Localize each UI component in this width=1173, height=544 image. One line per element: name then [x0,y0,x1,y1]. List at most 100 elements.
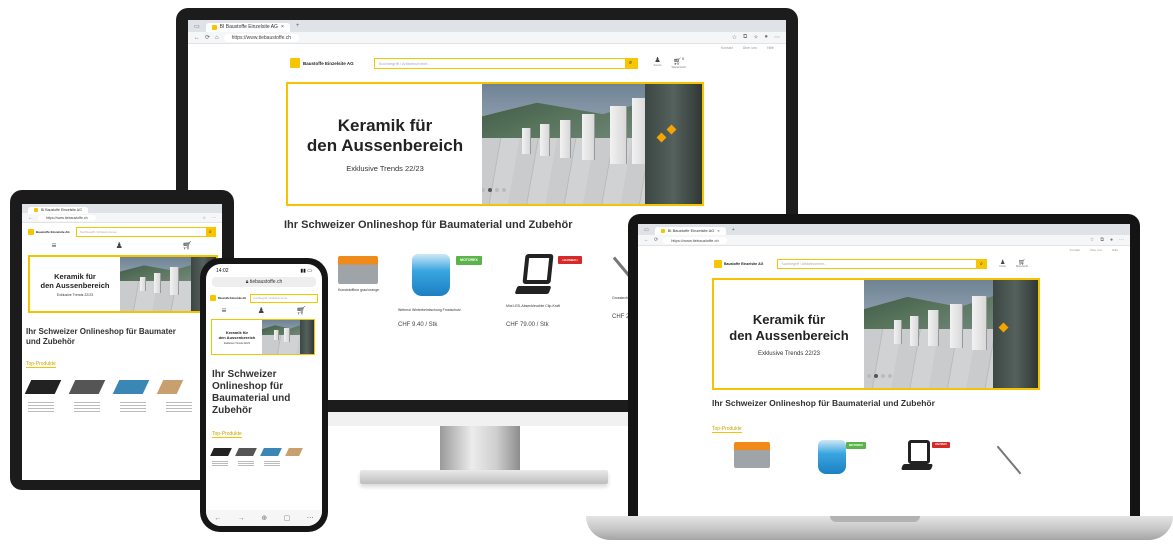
logo-icon[interactable] [210,295,216,301]
star-icon[interactable]: ☆ [732,34,737,41]
extensions-icon[interactable]: ✧ [753,34,758,41]
window-menu-icon[interactable]: ▭ [644,227,649,233]
search-input[interactable]: Suchbegriff / Artikelnummer... [77,230,119,234]
top-link-about[interactable]: Über uns [743,46,757,52]
search-input[interactable]: Suchbegriff / Artikelnummer... [251,296,289,300]
back-icon[interactable]: ← [28,215,33,221]
star-icon[interactable]: ☆ [1090,237,1094,243]
back-icon[interactable]: ← [644,237,649,243]
search-bar[interactable]: Suchbegriff / Artikelnummer... [250,293,318,303]
back-icon[interactable]: ← [194,35,200,41]
top-link-contact[interactable]: Kontakt [1070,248,1080,254]
logo-text[interactable]: Baustoffe Einzelsite AG [303,61,354,66]
user-icon[interactable]: ♟ [116,241,123,255]
search-bar[interactable]: Suchbegriff / Artikelnummer... ⌕ [75,227,216,237]
product-card[interactable]: MOTOREX Webrnol Winterbeimischung Frosts… [398,254,488,328]
logo-text[interactable]: Baustoffe Einzelsite AG [36,230,70,234]
product-thumb[interactable] [24,380,62,394]
more-icon[interactable]: ⋯ [212,215,216,220]
cart-button[interactable]: 🛒︎0 Warenkorb [671,57,686,68]
logo-icon[interactable] [28,229,34,235]
user-icon[interactable]: ♟ [258,306,265,319]
product-card[interactable]: HAUSBAU Mini LED-Absenkleuchte Clip-Kraf… [506,254,596,328]
product-thumb[interactable] [156,380,184,394]
search-input[interactable]: Suchbegriff / Artikelnummer... [375,61,431,66]
home-icon[interactable]: ⌂ [215,35,219,41]
top-link-about[interactable]: Über uns [1090,248,1102,254]
profile-icon[interactable]: ● [764,34,768,41]
logo-icon[interactable] [290,58,300,68]
menu-icon[interactable]: ≡ [222,306,227,319]
product-thumb[interactable] [210,448,232,456]
collections-icon[interactable]: ⧉ [1100,237,1104,243]
product-card[interactable]: Kunststoffbox grau/orange [338,256,398,292]
cart-icon[interactable]: 🛒︎ [182,241,192,255]
top-link-help[interactable]: Hilfe [1112,248,1118,254]
cart-button[interactable]: 🛒︎ Warenkorb [1016,260,1028,269]
product-thumb[interactable] [285,448,303,456]
carousel-dot-active[interactable] [874,374,878,378]
product-thumb[interactable] [260,448,282,456]
browser-tab[interactable]: BI Baustoffe Einzelsite AG [28,206,88,214]
hero-banner[interactable]: Keramik für den Aussenbereich Exklusive … [211,319,315,355]
profile-icon[interactable]: ● [1110,237,1113,243]
carousel-dot-active[interactable] [488,188,492,192]
browser-tab[interactable]: BI Baustoffe Einzelsite AG × [654,227,726,235]
url-field[interactable]: https://www.tiebaustoffe.ch [663,236,727,244]
product-thumb[interactable] [235,448,257,456]
product-image-box[interactable] [734,442,770,468]
new-tab-plus-icon[interactable]: + [732,227,735,233]
tab-close-icon[interactable]: × [717,227,719,235]
cart-icon[interactable]: 🛒︎ [296,306,306,319]
phone-url-bar[interactable]: 🔒︎ tiebaustoffe.ch [212,277,316,287]
more-icon[interactable]: ⋯ [1119,237,1124,243]
search-bar[interactable]: Suchbegriff / Artikelnummer... ⌕ [373,57,638,69]
hero-banner[interactable]: Keramik für den Aussenbereich Exklusive … [712,278,1040,390]
more-icon[interactable]: ⋯ [307,514,314,522]
carousel-dot[interactable] [482,188,485,192]
star-icon[interactable]: ☆ [202,215,206,220]
search-input[interactable]: Suchbegriff / Artikelnummer... [778,262,827,266]
top-link-help[interactable]: Hilfe [767,46,774,52]
search-icon[interactable]: ⌕ [205,228,215,236]
collections-icon[interactable]: ⧉ [743,34,747,41]
carousel-dot[interactable] [495,188,499,192]
menu-icon[interactable]: ≡ [52,241,57,255]
hero-banner[interactable]: Keramik für den Aussenbereich Exklusive … [286,82,704,206]
product-image-pouch[interactable] [818,440,846,474]
browser-tab[interactable]: BI Baustoffe Einzelsite AG × [205,23,290,32]
laptop-screen: ▭ BI Baustoffe Einzelsite AG × + ← ⟳ htt… [638,224,1130,530]
url-field[interactable]: https://www.tiebaustoffe.ch [223,33,300,42]
new-tab-plus-icon[interactable]: + [296,23,300,29]
url-field[interactable]: https://www.tiebaustoffe.ch [38,214,96,221]
product-image-lamp[interactable] [908,440,930,464]
search-icon[interactable]: ⌕ [976,260,987,268]
more-icon[interactable]: ⋯ [774,34,780,41]
carousel-dot[interactable] [867,374,871,378]
carousel-dot[interactable] [888,374,892,378]
product-image-pouch [412,254,450,296]
carousel-dot[interactable] [881,374,885,378]
hero-banner[interactable]: Keramik für den Aussenbereich Exklusive … [28,255,218,313]
reload-icon[interactable]: ⟳ [654,237,658,243]
back-icon[interactable]: ← [214,515,221,522]
search-icon[interactable]: ⌕ [624,58,637,68]
product-image-broom[interactable] [996,445,1022,475]
carousel-dot[interactable] [502,188,506,192]
account-button[interactable]: ♟ Konto [999,260,1006,269]
window-menu-icon[interactable]: ▭ [194,23,200,30]
plus-icon[interactable]: ⊕ [261,514,267,522]
tab-close-icon[interactable]: × [281,23,284,32]
reload-icon[interactable]: ⟳ [205,34,210,41]
forward-icon[interactable]: → [238,515,245,522]
top-link-contact[interactable]: Kontakt [721,46,733,52]
search-bar[interactable]: Suchbegriff / Artikelnummer... ⌕ [777,259,988,269]
logo-text[interactable]: Baustoffe Einzelsite AG [218,297,246,300]
tabs-icon[interactable]: ▢ [284,514,291,522]
logo-text[interactable]: Baustoffe Einzelsite AG [724,262,763,266]
product-thumb[interactable] [68,380,106,394]
account-button[interactable]: ♟ Konto [654,57,662,68]
top-links: Kontakt Über uns Hilfe [638,246,1130,254]
product-thumb[interactable] [112,380,150,394]
logo-icon[interactable] [714,260,722,268]
